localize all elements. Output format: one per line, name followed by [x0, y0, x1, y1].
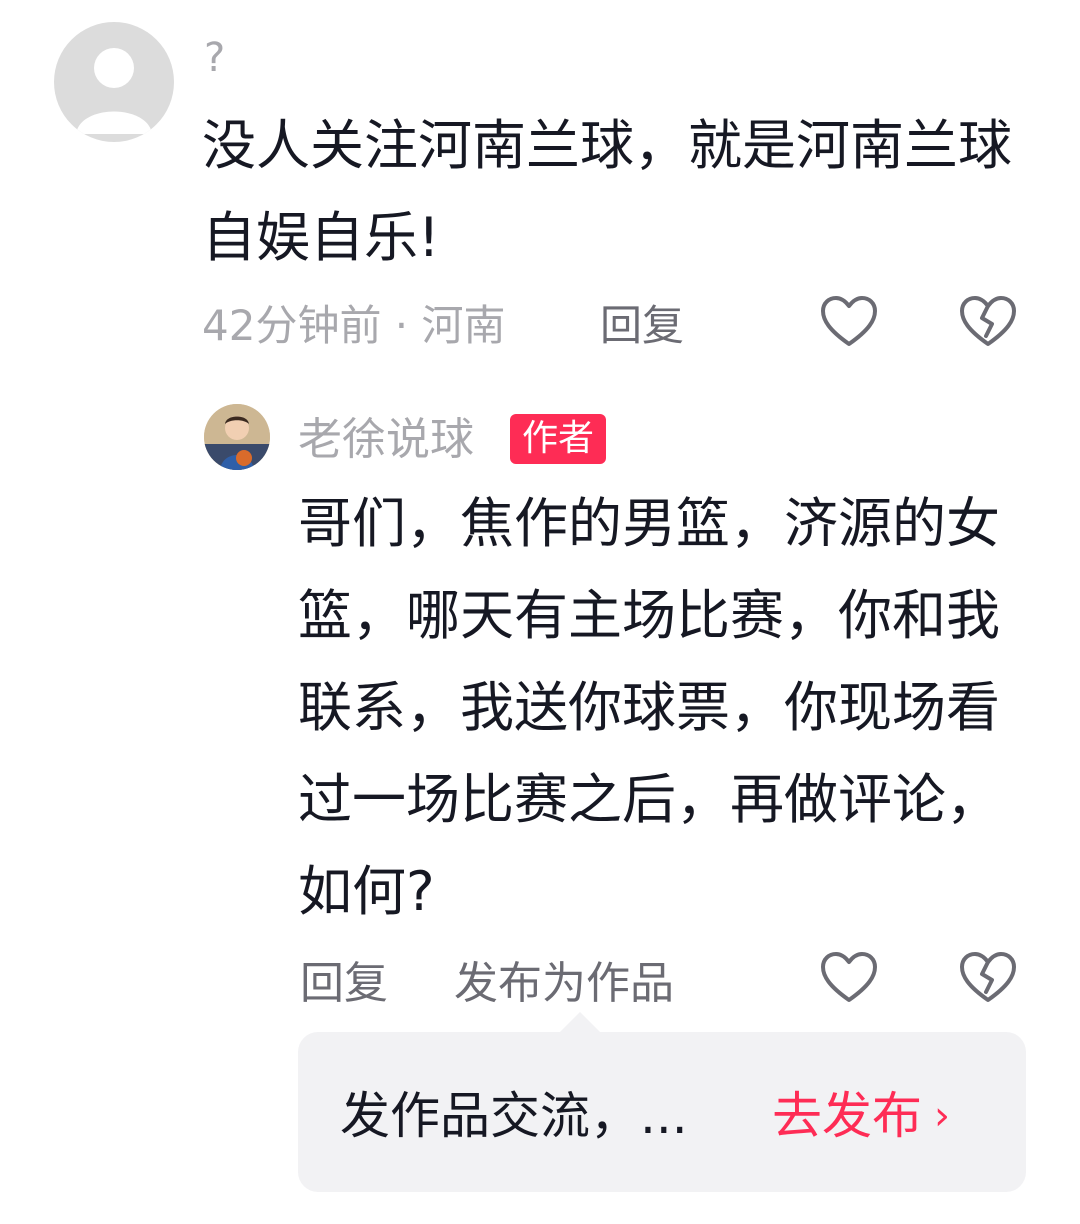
reply-button[interactable]: 回复	[600, 298, 684, 354]
dislike-button[interactable]	[956, 948, 1020, 1008]
broken-heart-icon	[960, 952, 1016, 1002]
go-publish-label: 去发布	[772, 1087, 922, 1145]
comment-text: 没人关注河南兰球，就是河南兰球自娱自乐!	[202, 114, 1012, 269]
like-button[interactable]	[817, 292, 881, 352]
author-username[interactable]: 老徐说球	[298, 412, 474, 468]
reply-text: 哥们，焦作的男篮，济源的女篮，哪天有主场比赛，你和我联系，我送你球票，你现场看过…	[298, 492, 1000, 923]
like-button[interactable]	[817, 948, 881, 1008]
chevron-right-icon: ›	[934, 1093, 950, 1139]
reply-button[interactable]: 回复	[300, 954, 388, 1014]
go-publish-button[interactable]: 去发布 ›	[772, 1084, 950, 1148]
comment-meta: 42分钟前 · 河南	[202, 301, 506, 350]
tooltip-arrow	[560, 1012, 600, 1032]
default-avatar[interactable]	[54, 22, 174, 142]
publish-as-work-button[interactable]: 发布为作品	[454, 954, 674, 1014]
heart-icon	[821, 952, 877, 1002]
author-cartoon-icon	[204, 404, 270, 470]
heart-icon	[821, 296, 877, 346]
broken-heart-icon	[960, 296, 1016, 346]
dislike-button[interactable]	[956, 292, 1020, 352]
tooltip-text: 发作品交流，...	[340, 1087, 688, 1145]
author-badge: 作者	[510, 414, 607, 464]
author-avatar[interactable]	[204, 404, 270, 470]
user-silhouette-icon	[76, 48, 152, 134]
comment-username[interactable]: ?	[204, 34, 225, 82]
